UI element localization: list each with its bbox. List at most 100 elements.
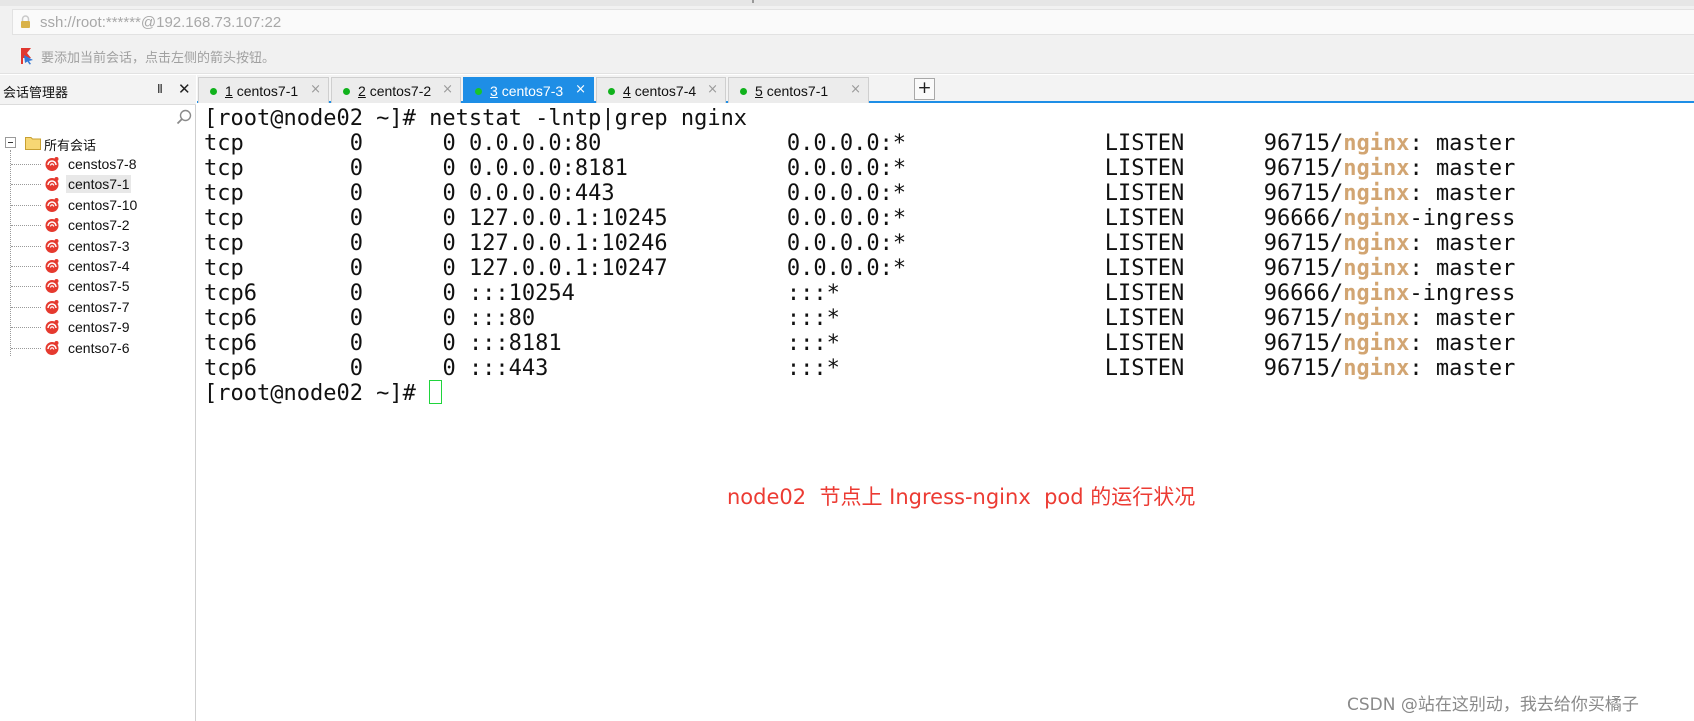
col-send-q: 0 [442, 231, 456, 256]
session-icon [45, 238, 59, 253]
col-pid: 96666/ [1263, 281, 1344, 306]
netstat-row: tcp6 0 0 :::10254 :::* LISTEN 96666/ngin… [204, 280, 1515, 307]
pin-icon[interactable]: Ⅱ [157, 82, 163, 96]
col-recv-q: 0 [349, 231, 363, 256]
col-state: LISTEN [1104, 356, 1185, 381]
tab-number: 1 [225, 83, 233, 99]
col-proto: tcp [204, 256, 244, 281]
collapse-toggle[interactable] [5, 137, 16, 148]
watermark: CSDN @站在这别动，我去给你买橘子 [1347, 695, 1639, 715]
col-proto: tcp6 [204, 306, 257, 331]
bookmark-icon[interactable] [18, 47, 36, 65]
session-icon [45, 299, 59, 314]
col-state: LISTEN [1104, 206, 1185, 231]
terminal-command-line: [root@node02 ~]# netstat -lntp|grep ngin… [204, 105, 747, 132]
col-foreign-address: 0.0.0.0:* [786, 181, 907, 206]
col-local-address: :::80 [468, 306, 536, 331]
shell-prompt: [root@node02 ~]# [204, 106, 430, 131]
tree-connector [11, 184, 41, 186]
session-item[interactable]: centos7-1 [0, 173, 196, 195]
connection-status-dot [475, 88, 482, 95]
tab-name: centos7-4 [634, 83, 697, 99]
tab-number: 5 [755, 83, 763, 99]
session-icon [45, 259, 59, 273]
tab-close-icon[interactable]: × [575, 82, 586, 97]
hint-bar: 要添加当前会话，点击左侧的箭头按钮。 [0, 38, 1694, 74]
tree-root-all-sessions[interactable]: 所有会话 [5, 132, 195, 154]
tab-close-icon[interactable]: × [707, 82, 718, 97]
tab-2[interactable]: 2 centos7-2 × [331, 77, 461, 103]
session-manager-panel: 会话管理器 Ⅱ ✕ 所有会话 censtos7-8 centos7-1 centos… [0, 75, 196, 721]
col-pid: 96666/ [1263, 206, 1344, 231]
session-item[interactable]: censtos7-8 [0, 153, 196, 175]
tab-close-icon[interactable]: × [310, 82, 321, 97]
session-item[interactable]: centos7-7 [0, 296, 196, 318]
col-program-rest: : master [1409, 331, 1516, 356]
col-foreign-address: 0.0.0.0:* [786, 256, 907, 281]
col-state: LISTEN [1104, 306, 1185, 331]
search-icon[interactable] [176, 109, 192, 125]
col-program-highlight: nginx [1343, 206, 1410, 231]
hint-text: 要添加当前会话，点击左侧的箭头按钮。 [41, 51, 276, 66]
session-manager-title: 会话管理器 [3, 86, 69, 101]
session-item[interactable]: centos7-10 [0, 194, 196, 216]
col-proto: tcp6 [204, 281, 257, 306]
col-program-rest: : master [1409, 356, 1516, 381]
connection-status-dot [740, 88, 747, 95]
tab-name: centos7-3 [501, 83, 564, 99]
col-program-rest: : master [1409, 231, 1516, 256]
session-item[interactable]: centos7-4 [0, 255, 196, 277]
tree-root-label: 所有会话 [44, 139, 97, 154]
col-recv-q: 0 [349, 331, 363, 356]
close-icon[interactable]: ✕ [178, 80, 191, 98]
tab-number: 3 [490, 83, 498, 99]
session-item[interactable]: centos7-5 [0, 275, 196, 297]
col-program-rest: : master [1409, 131, 1516, 156]
col-proto: tcp6 [204, 356, 257, 381]
session-item[interactable]: centos7-3 [0, 235, 196, 257]
col-state: LISTEN [1104, 131, 1185, 156]
session-item-label: centos7-4 [68, 258, 130, 274]
tab-1[interactable]: 1 centos7-1 × [198, 77, 329, 103]
tab-4[interactable]: 4 centos7-4 × [596, 77, 726, 103]
tab-close-icon[interactable]: × [850, 82, 861, 97]
terminal-output[interactable]: [root@node02 ~]# netstat -lntp|grep ngin… [197, 105, 1694, 721]
new-tab-button[interactable]: + [914, 78, 935, 100]
col-program-rest: : master [1409, 156, 1516, 181]
tab-3[interactable]: 3 centos7-3 × [463, 77, 594, 103]
col-program-highlight: nginx [1343, 331, 1410, 356]
col-send-q: 0 [442, 181, 456, 206]
netstat-row: tcp6 0 0 :::80 :::* LISTEN 96715/nginx: … [204, 305, 1515, 332]
tab-close-icon[interactable]: × [442, 82, 453, 97]
tree-connector [11, 286, 41, 288]
tab-bar: 1 centos7-1 × 2 centos7-2 × 3 centos7-3 × 4 ce… [197, 75, 1694, 103]
tree-connector [11, 327, 41, 329]
col-pid: 96715/ [1263, 231, 1344, 256]
session-item[interactable]: centos7-9 [0, 316, 196, 338]
col-send-q: 0 [442, 156, 456, 181]
col-proto: tcp [204, 131, 244, 156]
session-item[interactable]: centso7-6 [0, 337, 196, 359]
col-program-highlight: nginx [1343, 281, 1410, 306]
col-foreign-address: 0.0.0.0:* [786, 131, 907, 156]
netstat-row: tcp 0 0 127.0.0.1:10247 0.0.0.0:* LISTEN… [204, 255, 1515, 282]
tab-name: centos7-2 [369, 83, 432, 99]
folder-icon [25, 137, 41, 150]
col-proto: tcp [204, 206, 244, 231]
col-foreign-address: :::* [786, 356, 840, 381]
session-item-label: centos7-10 [68, 196, 138, 213]
session-icon [45, 177, 59, 192]
tab-5[interactable]: 5 centos7-1 × [728, 77, 869, 103]
col-pid: 96715/ [1263, 356, 1344, 381]
tree-connector [11, 306, 41, 308]
col-send-q: 0 [442, 306, 456, 331]
tab-label: 3 centos7-3 [490, 83, 563, 99]
col-foreign-address: :::* [786, 306, 840, 331]
connection-status-dot [343, 88, 350, 95]
tab-number: 2 [358, 83, 366, 99]
col-pid: 96715/ [1263, 331, 1344, 356]
col-state: LISTEN [1104, 331, 1185, 356]
session-item[interactable]: centos7-2 [0, 214, 196, 236]
col-program-highlight: nginx [1343, 231, 1410, 256]
col-foreign-address: :::* [786, 281, 840, 306]
